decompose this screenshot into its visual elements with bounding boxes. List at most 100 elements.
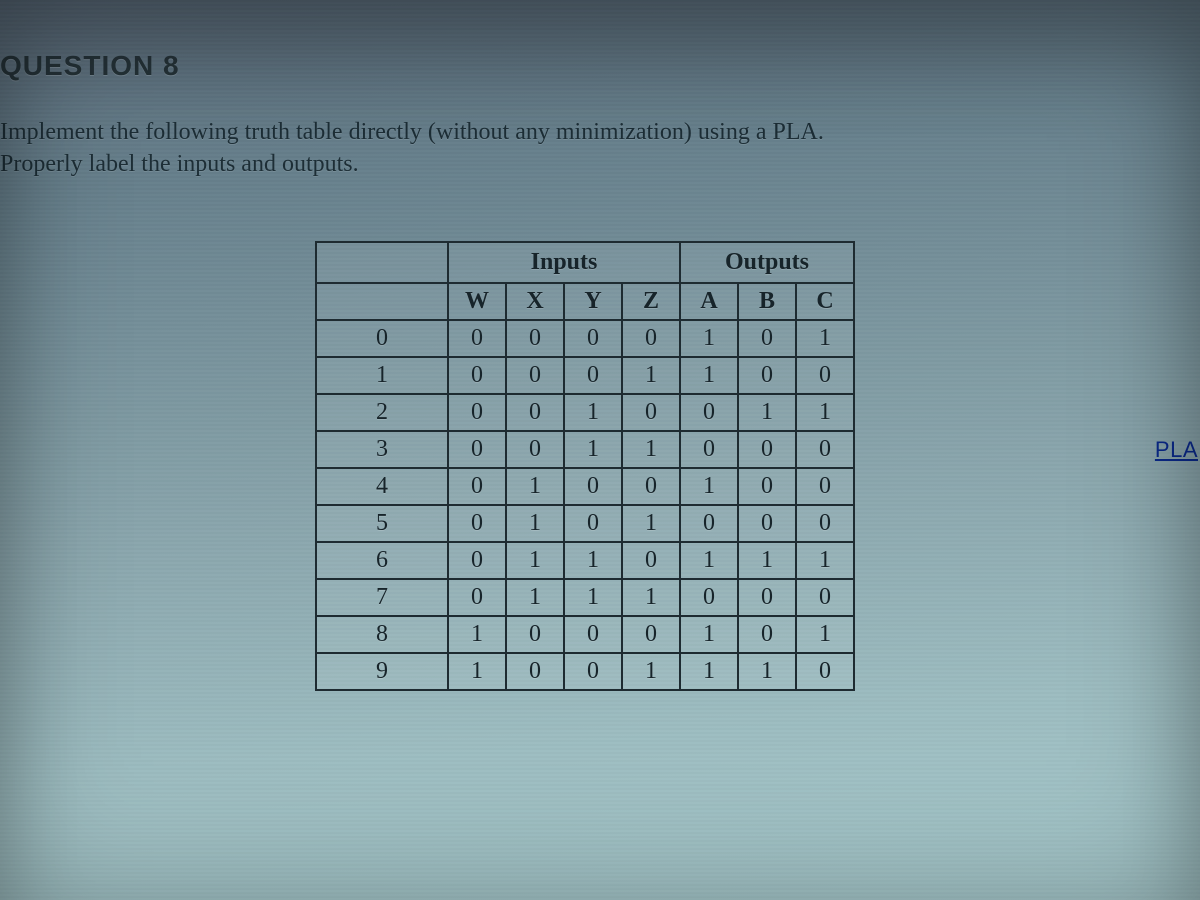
- table-cell: 0: [506, 357, 564, 394]
- table-corner-blank: [316, 242, 448, 283]
- table-cell: 1: [796, 394, 854, 431]
- table-cell: 0: [738, 616, 796, 653]
- table-cell: 0: [796, 579, 854, 616]
- table-cell: 0: [738, 320, 796, 357]
- table-cell: 0: [506, 320, 564, 357]
- table-cell: 1: [564, 579, 622, 616]
- table-cell: 0: [448, 431, 506, 468]
- row-index: 1: [316, 357, 448, 394]
- table-cell: 1: [796, 542, 854, 579]
- table-cell: 0: [448, 468, 506, 505]
- table-cell: 1: [738, 653, 796, 690]
- col-header-C: C: [796, 283, 854, 320]
- table-cell: 1: [506, 505, 564, 542]
- table-cell: 0: [680, 394, 738, 431]
- question-heading: QUESTION 8: [0, 50, 1170, 82]
- table-cell: 0: [506, 394, 564, 431]
- screenshot-surface: QUESTION 8 Implement the following truth…: [0, 0, 1200, 900]
- col-header-Y: Y: [564, 283, 622, 320]
- table-row: 30011000: [316, 431, 854, 468]
- row-index: 3: [316, 431, 448, 468]
- row-index: 9: [316, 653, 448, 690]
- question-sheet: QUESTION 8 Implement the following truth…: [0, 30, 1200, 731]
- table-cell: 1: [680, 468, 738, 505]
- row-index: 2: [316, 394, 448, 431]
- table-cell: 1: [622, 579, 680, 616]
- row-index: 5: [316, 505, 448, 542]
- truth-table-container: Inputs Outputs W X Y Z A B C: [0, 241, 1170, 691]
- table-cell: 1: [622, 431, 680, 468]
- table-cell: 1: [506, 468, 564, 505]
- table-cell: 1: [680, 357, 738, 394]
- table-cell: 0: [564, 320, 622, 357]
- index-column-header-blank: [316, 283, 448, 320]
- table-cell: 0: [622, 320, 680, 357]
- col-header-A: A: [680, 283, 738, 320]
- table-cell: 0: [506, 616, 564, 653]
- table-cell: 0: [564, 505, 622, 542]
- table-cell: 0: [738, 579, 796, 616]
- table-column-header-row: W X Y Z A B C: [316, 283, 854, 320]
- table-cell: 0: [564, 653, 622, 690]
- table-cell: 0: [680, 579, 738, 616]
- table-row: 10001100: [316, 357, 854, 394]
- table-row: 00000101: [316, 320, 854, 357]
- col-header-X: X: [506, 283, 564, 320]
- table-cell: 1: [738, 542, 796, 579]
- table-cell: 0: [796, 357, 854, 394]
- table-cell: 0: [796, 653, 854, 690]
- row-index: 7: [316, 579, 448, 616]
- table-cell: 0: [622, 542, 680, 579]
- table-cell: 0: [564, 468, 622, 505]
- side-link-pla[interactable]: PLA: [1155, 437, 1200, 463]
- row-index: 6: [316, 542, 448, 579]
- table-cell: 1: [564, 394, 622, 431]
- table-group-header-row: Inputs Outputs: [316, 242, 854, 283]
- table-cell: 0: [680, 431, 738, 468]
- table-row: 20010011: [316, 394, 854, 431]
- table-cell: 1: [680, 653, 738, 690]
- inputs-group-header: Inputs: [448, 242, 680, 283]
- table-cell: 1: [680, 320, 738, 357]
- table-cell: 0: [738, 431, 796, 468]
- table-cell: 0: [564, 357, 622, 394]
- col-header-Z: Z: [622, 283, 680, 320]
- col-header-B: B: [738, 283, 796, 320]
- table-cell: 0: [680, 505, 738, 542]
- table-cell: 1: [796, 320, 854, 357]
- table-cell: 1: [680, 542, 738, 579]
- table-cell: 0: [448, 320, 506, 357]
- row-index: 8: [316, 616, 448, 653]
- table-cell: 0: [448, 542, 506, 579]
- table-row: 60110111: [316, 542, 854, 579]
- table-cell: 1: [506, 579, 564, 616]
- table-row: 40100100: [316, 468, 854, 505]
- table-cell: 0: [738, 505, 796, 542]
- question-prompt: Implement the following truth table dire…: [0, 116, 1100, 181]
- table-cell: 1: [506, 542, 564, 579]
- row-index: 0: [316, 320, 448, 357]
- row-index: 4: [316, 468, 448, 505]
- outputs-group-header: Outputs: [680, 242, 854, 283]
- table-row: 91001110: [316, 653, 854, 690]
- table-cell: 0: [448, 357, 506, 394]
- table-cell: 0: [622, 394, 680, 431]
- col-header-W: W: [448, 283, 506, 320]
- table-cell: 1: [622, 653, 680, 690]
- table-cell: 1: [448, 616, 506, 653]
- table-row: 81000101: [316, 616, 854, 653]
- table-cell: 0: [622, 468, 680, 505]
- table-cell: 0: [506, 431, 564, 468]
- table-row: 70111000: [316, 579, 854, 616]
- table-cell: 0: [738, 357, 796, 394]
- table-cell: 0: [448, 579, 506, 616]
- table-cell: 1: [622, 505, 680, 542]
- table-row: 50101000: [316, 505, 854, 542]
- table-cell: 0: [622, 616, 680, 653]
- table-cell: 1: [796, 616, 854, 653]
- table-cell: 0: [506, 653, 564, 690]
- table-cell: 1: [448, 653, 506, 690]
- table-cell: 1: [622, 357, 680, 394]
- table-cell: 0: [738, 468, 796, 505]
- truth-table-body: 0000010110001100200100113001100040100100…: [316, 320, 854, 690]
